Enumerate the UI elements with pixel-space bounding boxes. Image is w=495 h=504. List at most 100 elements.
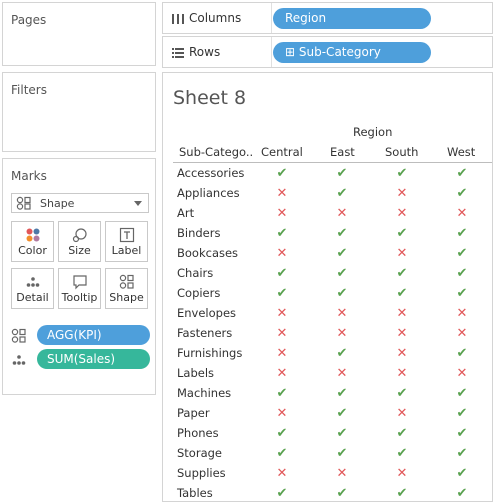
check-icon[interactable]: ✔ [332, 346, 352, 362]
check-icon[interactable]: ✔ [332, 406, 352, 422]
row-label[interactable]: Storage [177, 446, 222, 460]
cross-icon[interactable]: ✕ [332, 366, 352, 382]
row-label[interactable]: Tables [177, 486, 213, 500]
check-icon[interactable]: ✔ [392, 166, 412, 182]
cross-icon[interactable]: ✕ [272, 246, 292, 262]
check-icon[interactable]: ✔ [332, 426, 352, 442]
check-icon[interactable]: ✔ [392, 226, 412, 242]
row-label[interactable]: Bookcases [177, 246, 238, 260]
detail-button[interactable]: Detail [11, 268, 54, 309]
region-pill[interactable]: Region [273, 8, 431, 29]
check-icon[interactable]: ✔ [332, 486, 352, 502]
check-icon[interactable]: ✔ [392, 486, 412, 502]
row-label[interactable]: Fasteners [177, 326, 232, 340]
check-icon[interactable]: ✔ [272, 446, 292, 462]
check-icon[interactable]: ✔ [452, 406, 472, 422]
row-label[interactable]: Accessories [177, 166, 244, 180]
check-icon[interactable]: ✔ [392, 386, 412, 402]
cross-icon[interactable]: ✕ [332, 466, 352, 482]
check-icon[interactable]: ✔ [332, 286, 352, 302]
sub-category-header[interactable]: Sub-Catego.. [179, 145, 253, 159]
column-header-south[interactable]: South [385, 145, 418, 159]
check-icon[interactable]: ✔ [332, 166, 352, 182]
color-button[interactable]: Color [11, 221, 54, 262]
check-icon[interactable]: ✔ [452, 346, 472, 362]
tooltip-button[interactable]: Tooltip [58, 268, 101, 309]
cross-icon[interactable]: ✕ [452, 206, 472, 222]
check-icon[interactable]: ✔ [452, 226, 472, 242]
cross-icon[interactable]: ✕ [392, 406, 412, 422]
cross-icon[interactable]: ✕ [272, 406, 292, 422]
sub-category-pill[interactable]: ⊞ Sub-Category [273, 42, 431, 63]
check-icon[interactable]: ✔ [452, 446, 472, 462]
cross-icon[interactable]: ✕ [452, 306, 472, 322]
check-icon[interactable]: ✔ [392, 286, 412, 302]
cross-icon[interactable]: ✕ [272, 206, 292, 222]
cross-icon[interactable]: ✕ [392, 186, 412, 202]
row-label[interactable]: Art [177, 206, 194, 220]
check-icon[interactable]: ✔ [272, 426, 292, 442]
row-label[interactable]: Furnishings [177, 346, 242, 360]
check-icon[interactable]: ✔ [272, 266, 292, 282]
check-icon[interactable]: ✔ [452, 426, 472, 442]
check-icon[interactable]: ✔ [392, 426, 412, 442]
row-label[interactable]: Envelopes [177, 306, 236, 320]
row-label[interactable]: Chairs [177, 266, 213, 280]
cross-icon[interactable]: ✕ [452, 326, 472, 342]
cross-icon[interactable]: ✕ [272, 366, 292, 382]
row-label[interactable]: Supplies [177, 466, 226, 480]
size-button[interactable]: Size [58, 221, 101, 262]
check-icon[interactable]: ✔ [452, 286, 472, 302]
check-icon[interactable]: ✔ [332, 226, 352, 242]
check-icon[interactable]: ✔ [272, 386, 292, 402]
check-icon[interactable]: ✔ [332, 446, 352, 462]
check-icon[interactable]: ✔ [452, 186, 472, 202]
check-icon[interactable]: ✔ [392, 266, 412, 282]
row-label[interactable]: Paper [177, 406, 210, 420]
cross-icon[interactable]: ✕ [392, 206, 412, 222]
check-icon[interactable]: ✔ [452, 266, 472, 282]
row-label[interactable]: Copiers [177, 286, 220, 300]
filters-card[interactable]: Filters [2, 72, 156, 152]
check-icon[interactable]: ✔ [272, 286, 292, 302]
column-header-east[interactable]: East [330, 145, 355, 159]
check-icon[interactable]: ✔ [272, 226, 292, 242]
check-icon[interactable]: ✔ [452, 246, 472, 262]
cross-icon[interactable]: ✕ [272, 466, 292, 482]
check-icon[interactable]: ✔ [452, 486, 472, 502]
cross-icon[interactable]: ✕ [392, 346, 412, 362]
row-label[interactable]: Phones [177, 426, 219, 440]
cross-icon[interactable]: ✕ [392, 466, 412, 482]
cross-icon[interactable]: ✕ [272, 186, 292, 202]
check-icon[interactable]: ✔ [272, 166, 292, 182]
check-icon[interactable]: ✔ [332, 386, 352, 402]
cross-icon[interactable]: ✕ [272, 326, 292, 342]
row-label[interactable]: Labels [177, 366, 214, 380]
column-header-west[interactable]: West [447, 145, 475, 159]
cross-icon[interactable]: ✕ [272, 306, 292, 322]
kpi-pill[interactable]: AGG(KPI) [37, 325, 150, 345]
cross-icon[interactable]: ✕ [392, 366, 412, 382]
row-label[interactable]: Machines [177, 386, 231, 400]
row-label[interactable]: Binders [177, 226, 220, 240]
check-icon[interactable]: ✔ [392, 446, 412, 462]
cross-icon[interactable]: ✕ [392, 246, 412, 262]
check-icon[interactable]: ✔ [452, 166, 472, 182]
row-label[interactable]: Appliances [177, 186, 240, 200]
cross-icon[interactable]: ✕ [272, 346, 292, 362]
mark-type-dropdown[interactable]: Shape [11, 193, 149, 213]
cross-icon[interactable]: ✕ [332, 306, 352, 322]
check-icon[interactable]: ✔ [332, 186, 352, 202]
check-icon[interactable]: ✔ [332, 246, 352, 262]
sales-pill[interactable]: SUM(Sales) [37, 349, 150, 369]
label-button[interactable]: Label [105, 221, 148, 262]
column-header-central[interactable]: Central [261, 145, 303, 159]
cross-icon[interactable]: ✕ [332, 206, 352, 222]
check-icon[interactable]: ✔ [332, 266, 352, 282]
cross-icon[interactable]: ✕ [332, 326, 352, 342]
check-icon[interactable]: ✔ [452, 466, 472, 482]
cross-icon[interactable]: ✕ [392, 326, 412, 342]
check-icon[interactable]: ✔ [272, 486, 292, 502]
check-icon[interactable]: ✔ [452, 386, 472, 402]
cross-icon[interactable]: ✕ [452, 366, 472, 382]
